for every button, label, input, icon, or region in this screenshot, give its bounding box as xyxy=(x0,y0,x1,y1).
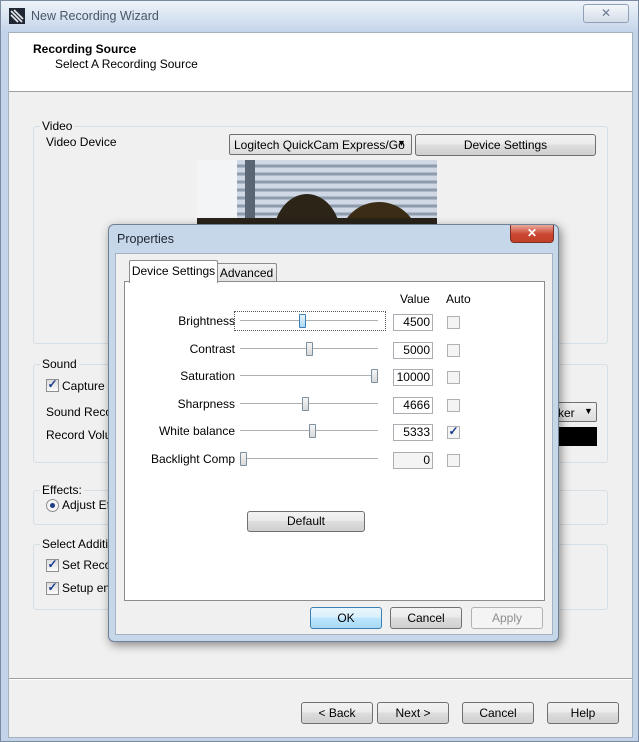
dialog-client-area: Device Settings Advanced Value Auto Brig… xyxy=(115,253,553,635)
chevron-down-icon: ▼ xyxy=(584,406,593,416)
device-settings-panel: Value Auto Brightness 4500 Contrast 5000 Sat… xyxy=(124,281,545,601)
wizard-titlebar[interactable]: New Recording Wizard ✕ xyxy=(1,1,638,31)
help-button[interactable]: Help xyxy=(547,702,619,724)
slider-track xyxy=(240,320,378,323)
back-button[interactable]: < Back xyxy=(301,702,373,724)
adjust-effects-radio[interactable] xyxy=(46,499,59,512)
property-value-field[interactable]: 5000 xyxy=(393,342,433,359)
auto-checkbox[interactable] xyxy=(447,371,460,384)
checkmark-icon: ✓ xyxy=(47,580,58,594)
video-device-select[interactable]: Logitech QuickCam Express/Go ▼ xyxy=(229,134,412,155)
setup-end-checkbox[interactable]: ✓ xyxy=(46,580,59,595)
property-value-field[interactable]: 0 xyxy=(393,452,433,469)
sound-recorder-select[interactable]: ker ▼ xyxy=(554,402,597,422)
slider-track xyxy=(240,375,378,378)
property-value-field[interactable]: 4500 xyxy=(393,314,433,331)
property-label: Contrast xyxy=(189,342,235,356)
page-title: Recording Source xyxy=(33,42,137,56)
device-settings-button[interactable]: Device Settings xyxy=(415,134,596,156)
tab-advanced[interactable]: Advanced xyxy=(216,263,277,282)
sound-recorder-label: Sound Recor xyxy=(46,405,117,419)
radio-dot-icon xyxy=(50,503,55,508)
footer-divider xyxy=(9,678,632,680)
webcam-preview xyxy=(197,160,437,230)
next-button[interactable]: Next > xyxy=(377,702,449,724)
window-title: New Recording Wizard xyxy=(31,9,159,23)
close-icon[interactable]: ✕ xyxy=(583,4,629,23)
webcam-preview-image xyxy=(197,160,437,230)
property-label: Brightness xyxy=(178,314,235,328)
app-icon xyxy=(9,8,25,24)
slider-thumb[interactable] xyxy=(302,397,309,411)
capture-sound-checkbox[interactable]: ✓ xyxy=(46,377,59,392)
tab-device-settings[interactable]: Device Settings xyxy=(129,260,218,283)
auto-checkbox[interactable] xyxy=(447,344,460,357)
auto-checkbox[interactable] xyxy=(447,399,460,412)
property-label: Backlight Comp xyxy=(150,452,235,466)
set-record-checkbox[interactable]: ✓ xyxy=(46,557,59,572)
chevron-down-icon: ▼ xyxy=(397,138,406,148)
apply-button[interactable]: Apply xyxy=(471,607,543,629)
additional-group-label: Select Additio xyxy=(40,537,117,551)
wizard-header: Recording Source Select A Recording Sour… xyxy=(9,33,632,92)
video-group-label: Video xyxy=(40,119,75,133)
default-button[interactable]: Default xyxy=(247,511,365,532)
slider-thumb[interactable] xyxy=(309,424,316,438)
dialog-cancel-button[interactable]: Cancel xyxy=(390,607,462,629)
close-icon[interactable]: ✕ xyxy=(510,225,554,243)
sound-group-label: Sound xyxy=(40,357,79,371)
slider-thumb[interactable] xyxy=(306,342,313,356)
slider-thumb[interactable] xyxy=(240,452,247,466)
property-value-field[interactable]: 4666 xyxy=(393,397,433,414)
effects-group-label: Effects: xyxy=(40,483,84,497)
dialog-title: Properties xyxy=(117,232,174,246)
sound-recorder-value: ker xyxy=(558,406,575,420)
property-label: Sharpness xyxy=(177,397,235,411)
property-label: Saturation xyxy=(180,369,235,383)
slider-thumb[interactable] xyxy=(371,369,378,383)
checkmark-icon: ✓ xyxy=(47,557,58,571)
auto-checkbox[interactable] xyxy=(447,454,460,467)
checkmark-icon: ✓ xyxy=(47,377,58,391)
ok-button[interactable]: OK xyxy=(310,607,382,629)
video-device-label: Video Device xyxy=(46,135,117,149)
property-label: White balance xyxy=(158,424,235,438)
video-device-value: Logitech QuickCam Express/Go xyxy=(234,138,405,152)
cancel-button[interactable]: Cancel xyxy=(462,702,534,724)
checkmark-icon: ✓ xyxy=(448,424,459,438)
page-subtitle: Select A Recording Source xyxy=(55,57,198,71)
slider-thumb[interactable] xyxy=(299,314,306,328)
auto-column-header: Auto xyxy=(446,292,471,306)
volume-meter xyxy=(554,427,597,446)
property-value-field[interactable]: 5333 xyxy=(393,424,433,441)
properties-dialog: Properties ✕ Device Settings Advanced Va… xyxy=(108,224,559,642)
auto-checkbox[interactable]: ✓ xyxy=(447,424,460,439)
property-value-field[interactable]: 10000 xyxy=(393,369,433,386)
value-column-header: Value xyxy=(400,292,430,306)
auto-checkbox[interactable] xyxy=(447,316,460,329)
slider-track xyxy=(240,458,378,461)
slider-track xyxy=(240,403,378,406)
